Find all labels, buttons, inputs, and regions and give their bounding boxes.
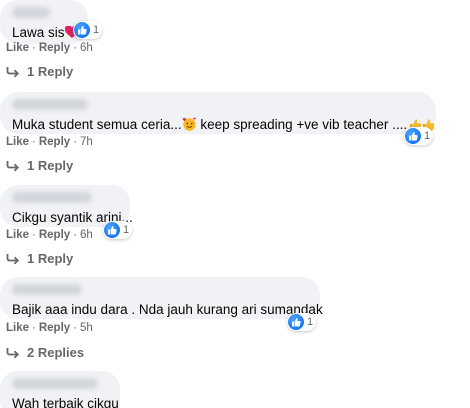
view-replies-link[interactable]: 2 Replies <box>6 345 84 360</box>
comment-bubble: Muka student semua ceria... keep spreadi… <box>0 92 436 134</box>
reaction-count-badge[interactable]: 1 <box>73 21 103 39</box>
like-action[interactable]: Like <box>6 136 29 148</box>
separator-dot: · <box>73 42 78 54</box>
author-name-blurred[interactable] <box>12 192 92 203</box>
author-name-blurred[interactable] <box>12 99 88 110</box>
separator-dot: · <box>32 136 36 148</box>
comment-bubble: Lawa sis <box>0 0 88 44</box>
comment-time[interactable]: 6h <box>80 229 93 241</box>
like-icon <box>288 314 304 330</box>
reply-arrow-icon <box>6 66 20 77</box>
comment-actions: Like · Reply · 6h <box>6 42 93 54</box>
reply-action[interactable]: Reply <box>39 229 70 241</box>
reply-action[interactable]: Reply <box>39 136 70 148</box>
comment-actions: Like · Reply · 7h <box>6 136 93 148</box>
author-name-blurred[interactable] <box>12 378 98 389</box>
replies-count: 1 Reply <box>27 251 74 266</box>
like-icon <box>74 22 90 38</box>
reaction-count-badge[interactable]: 1 <box>103 221 133 239</box>
smiling-face-hearts-emoji <box>182 117 197 135</box>
separator-dot: · <box>32 229 36 241</box>
comment-text: Bajik aaa indu dara . Nda jauh kurang ar… <box>12 302 323 317</box>
replies-count: 1 Reply <box>27 158 74 173</box>
comment-time[interactable]: 7h <box>80 136 93 148</box>
comment-text: Lawa sis <box>12 24 79 43</box>
comment-text: Muka student semua ceria... keep spreadi… <box>12 116 435 135</box>
reaction-count-badge[interactable]: 1 <box>287 313 317 331</box>
author-name-blurred[interactable] <box>12 7 50 18</box>
reply-arrow-icon <box>6 253 20 264</box>
like-action[interactable]: Like <box>6 322 29 334</box>
comment-actions: Like · Reply · 5h <box>6 322 93 334</box>
replies-count: 1 Reply <box>27 64 74 79</box>
reaction-count-badge[interactable]: 1 <box>404 127 434 145</box>
separator-dot: · <box>73 322 78 334</box>
reply-action[interactable]: Reply <box>39 322 70 334</box>
view-replies-link[interactable]: 1 Reply <box>6 251 73 266</box>
reply-arrow-icon <box>6 347 20 358</box>
reply-action[interactable]: Reply <box>39 42 70 54</box>
author-name-blurred[interactable] <box>12 284 82 295</box>
comment-text: Wah terbaik cikgu <box>12 396 119 408</box>
separator-dot: · <box>73 136 78 148</box>
like-action[interactable]: Like <box>6 229 29 241</box>
comment-actions: Like · Reply · 6h <box>6 229 93 241</box>
comment-text: Cikgu syantik arini... <box>12 210 133 225</box>
separator-dot: · <box>32 42 36 54</box>
separator-dot: · <box>73 229 78 241</box>
view-replies-link[interactable]: 1 Reply <box>6 64 73 79</box>
comment-time[interactable]: 5h <box>80 322 93 334</box>
like-icon <box>104 222 120 238</box>
reply-arrow-icon <box>6 160 20 171</box>
comment-bubble: Wah terbaik cikgu <box>0 371 120 408</box>
view-replies-link[interactable]: 1 Reply <box>6 158 73 173</box>
comment-time[interactable]: 6h <box>80 42 93 54</box>
like-action[interactable]: Like <box>6 42 29 54</box>
replies-count: 2 Replies <box>27 345 85 360</box>
like-icon <box>405 128 421 144</box>
comment-bubble: Bajik aaa indu dara . Nda jauh kurang ar… <box>0 277 323 319</box>
separator-dot: · <box>32 322 36 334</box>
